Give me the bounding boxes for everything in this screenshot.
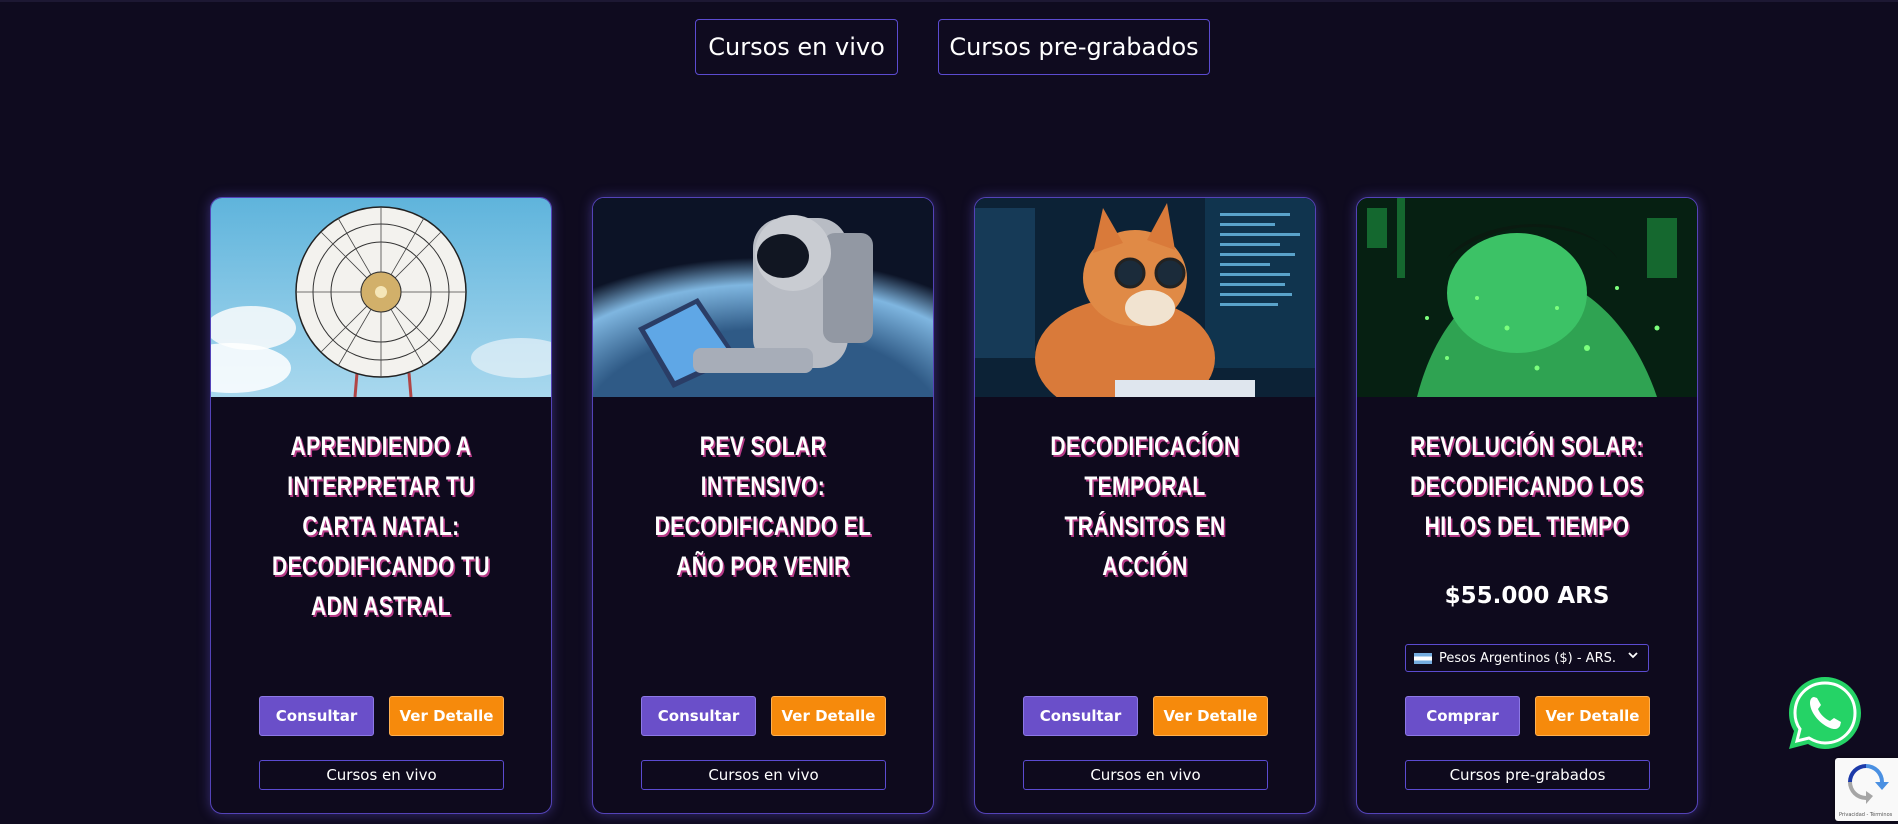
course-title: APRENDIENDO A INTERPRETAR TU CARTA NATAL… xyxy=(271,431,491,621)
tab-cursos-pre-grabados[interactable]: Cursos pre-grabados xyxy=(938,19,1210,75)
course-title: REVOLUCIÓN SOLAR: DECODIFICANDO LOS HILO… xyxy=(1410,431,1644,541)
currency-selected-value: Pesos Argentinos ($) - ARS. xyxy=(1439,650,1616,666)
recaptcha-badge[interactable]: Privacidad - Términos xyxy=(1835,758,1898,821)
ver-detalle-button[interactable]: Ver Detalle xyxy=(771,696,886,736)
tab-cursos-en-vivo[interactable]: Cursos en vivo xyxy=(695,19,898,75)
course-image-astronaut xyxy=(593,198,933,397)
chevron-down-icon xyxy=(1628,652,1638,659)
course-title: DECODIFICACÍON TEMPORAL TRÁNSITOS EN ACC… xyxy=(1050,431,1240,581)
consultar-button[interactable]: Consultar xyxy=(259,696,374,736)
course-title: REV SOLAR INTENSIVO: DECODIFICANDO EL AÑ… xyxy=(654,431,872,581)
currency-select[interactable]: Pesos Argentinos ($) - ARS. xyxy=(1405,644,1649,672)
course-price: $55.000 ARS xyxy=(1444,583,1610,609)
course-category-link[interactable]: Cursos en vivo xyxy=(259,760,504,790)
ver-detalle-button[interactable]: Ver Detalle xyxy=(1153,696,1268,736)
course-category-link[interactable]: Cursos pre-grabados xyxy=(1405,760,1650,790)
course-image-zodiac xyxy=(211,198,551,397)
course-card: REV SOLAR INTENSIVO: DECODIFICANDO EL AÑ… xyxy=(592,197,934,814)
course-image-matrix-woman xyxy=(1357,198,1697,397)
course-category-link[interactable]: Cursos en vivo xyxy=(1023,760,1268,790)
ver-detalle-button[interactable]: Ver Detalle xyxy=(389,696,504,736)
argentina-flag-icon xyxy=(1414,652,1432,664)
course-card: REVOLUCIÓN SOLAR: DECODIFICANDO LOS HILO… xyxy=(1356,197,1698,814)
recaptcha-text: Privacidad - Términos xyxy=(1839,812,1893,818)
whatsapp-icon xyxy=(1789,677,1861,749)
recaptcha-icon xyxy=(1848,764,1889,804)
course-card: DECODIFICACÍON TEMPORAL TRÁNSITOS EN ACC… xyxy=(974,197,1316,814)
course-card: APRENDIENDO A INTERPRETAR TU CARTA NATAL… xyxy=(210,197,552,814)
course-category-link[interactable]: Cursos en vivo xyxy=(641,760,886,790)
whatsapp-button[interactable] xyxy=(1785,673,1865,753)
top-divider xyxy=(0,0,1898,2)
ver-detalle-button[interactable]: Ver Detalle xyxy=(1535,696,1650,736)
course-image-cat xyxy=(975,198,1315,397)
consultar-button[interactable]: Consultar xyxy=(1023,696,1138,736)
consultar-button[interactable]: Consultar xyxy=(641,696,756,736)
comprar-button[interactable]: Comprar xyxy=(1405,696,1520,736)
